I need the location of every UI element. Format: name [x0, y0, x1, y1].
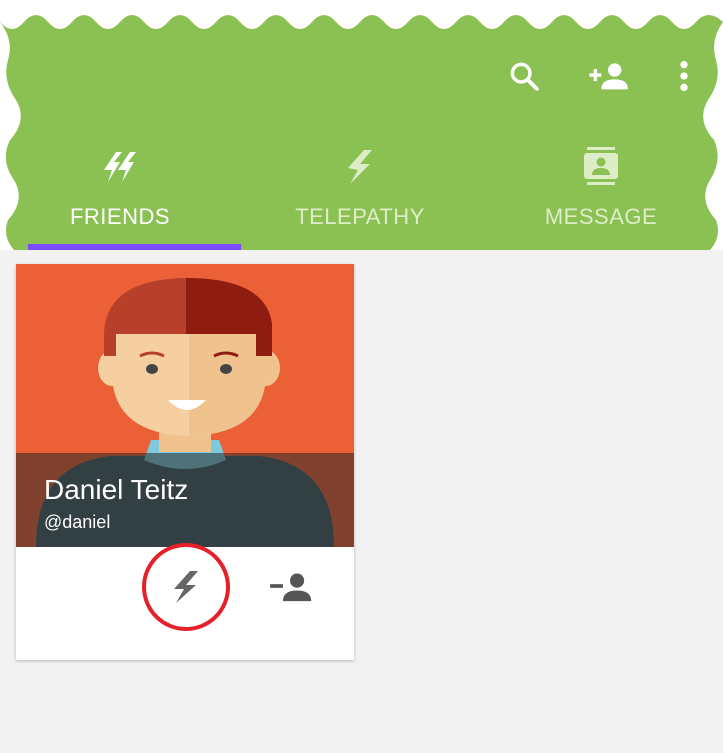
friend-avatar-image: Daniel Teitz @daniel	[16, 264, 354, 547]
search-icon	[510, 62, 539, 91]
telepathy-bolt-icon	[174, 571, 198, 603]
search-button[interactable]	[504, 56, 544, 96]
telepathy-bolt-icon	[338, 144, 382, 188]
tab-message[interactable]: MESSAGE	[481, 140, 721, 250]
friend-handle: @daniel	[44, 512, 111, 532]
tab-message-label: MESSAGE	[544, 204, 658, 229]
tab-friends[interactable]: FRIENDS	[0, 140, 240, 250]
add-friend-button[interactable]	[588, 56, 628, 96]
remove-friend-icon	[270, 573, 312, 602]
send-telepathy-button[interactable]	[142, 543, 230, 631]
tab-friends-label: FRIENDS	[69, 204, 171, 229]
more-vert-icon	[680, 60, 688, 92]
card-actions	[16, 543, 354, 660]
friends-bolts-icon	[98, 144, 142, 188]
remove-friend-button[interactable]	[268, 565, 312, 609]
more-options-button[interactable]	[664, 56, 704, 96]
message-contact-icon	[579, 144, 623, 188]
friend-name: Daniel Teitz	[44, 474, 189, 505]
friend-card[interactable]: Daniel Teitz @daniel	[16, 264, 354, 660]
tab-telepathy-label: TELEPATHY	[295, 204, 425, 229]
tab-telepathy[interactable]: TELEPATHY	[240, 140, 480, 250]
add-friend-icon	[589, 63, 628, 90]
